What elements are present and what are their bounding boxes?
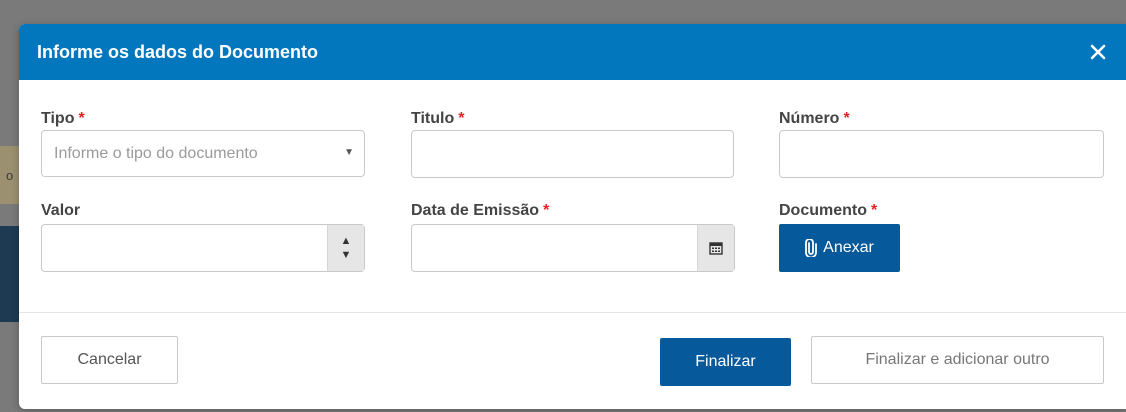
chevron-down-icon[interactable]: ▼ (341, 248, 352, 262)
valor-number-input[interactable]: ▲ ▼ (41, 224, 365, 272)
numero-input[interactable] (779, 130, 1104, 178)
modal-body: Tipo * Informe o tipo do documento ▼ Titu… (19, 80, 1126, 312)
required-marker: * (78, 110, 85, 127)
numero-label: Número * (779, 110, 850, 127)
tipo-placeholder: Informe o tipo do documento (54, 145, 258, 162)
cancel-button[interactable]: Cancelar (41, 336, 178, 384)
tipo-select[interactable]: Informe o tipo do documento ▼ (41, 130, 365, 177)
valor-stepper[interactable]: ▲ ▼ (327, 225, 364, 271)
attach-button[interactable]: Anexar (779, 224, 900, 272)
data-emissao-label: Data de Emissão * (411, 202, 550, 219)
calendar-button[interactable] (697, 225, 734, 271)
background-panel (0, 226, 20, 322)
valor-label: Valor (41, 202, 81, 219)
close-icon (1090, 44, 1106, 60)
documento-label: Documento * (779, 202, 878, 219)
calendar-icon (709, 242, 723, 255)
data-emissao-input[interactable] (411, 224, 735, 272)
finalize-and-add-button[interactable]: Finalizar e adicionar outro (811, 336, 1104, 384)
chevron-up-icon[interactable]: ▲ (341, 234, 352, 248)
required-marker: * (871, 202, 878, 219)
background-text: o (6, 168, 14, 183)
titulo-input[interactable] (411, 130, 734, 178)
modal-title: Informe os dados do Documento (37, 41, 319, 62)
finalize-button[interactable]: Finalizar (660, 338, 791, 386)
required-marker: * (458, 110, 465, 127)
attach-label: Anexar (823, 239, 874, 256)
document-modal: Informe os dados do Documento Tipo * Info… (19, 24, 1126, 409)
required-marker: * (843, 110, 850, 127)
footer-divider (19, 312, 1126, 313)
modal-header: Informe os dados do Documento (19, 24, 1126, 80)
required-marker: * (543, 202, 550, 219)
paperclip-icon (805, 239, 818, 257)
tipo-label: Tipo * (41, 110, 85, 127)
chevron-down-icon: ▼ (344, 147, 354, 158)
close-button[interactable] (1084, 38, 1112, 66)
titulo-label: Titulo * (411, 110, 465, 127)
